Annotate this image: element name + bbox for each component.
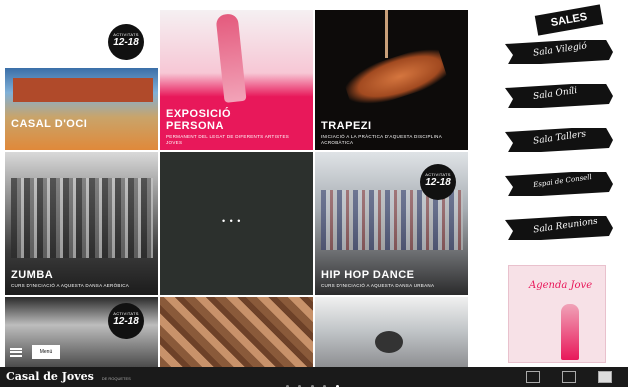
agenda-title: Agenda Jove: [529, 280, 593, 291]
tile-bottom-2[interactable]: [160, 297, 313, 367]
casal-building: [13, 78, 153, 102]
menu-label: Menú: [32, 345, 60, 359]
tile-casal[interactable]: CASAL D'OCI ACTIVITATS 12-18: [5, 10, 158, 150]
activity-badge: ACTIVITATS 12-18: [420, 164, 456, 200]
footer-bar: Casal de Joves DE ROQUETES: [0, 367, 628, 387]
footer-logo-sub: DE ROQUETES: [101, 376, 131, 381]
tile-title: HIP HOP DANCE: [321, 269, 415, 281]
exposicio-figure: [215, 13, 247, 103]
trapezi-acrobat: [341, 43, 449, 113]
partner-logo-1: [526, 371, 540, 383]
menu-button[interactable]: Menú: [10, 345, 60, 359]
tile-title-2: PERSONA: [166, 120, 224, 132]
room-link-4[interactable]: Sala Reunions: [505, 216, 615, 240]
agenda-card[interactable]: Agenda Jove: [508, 265, 606, 363]
tile-exposicio[interactable]: EXPOSICIÓ PERSONA PERMANENT DEL LEGAT DE…: [160, 10, 313, 150]
sales-title: SALES: [549, 10, 589, 30]
tile-hiphop[interactable]: ACTIVITATS 12-18 HIP HOP DANCE CURS D'IN…: [315, 152, 468, 295]
room-link-2[interactable]: Sala Tallers: [505, 128, 615, 152]
tile-title: TRAPEZI: [321, 120, 372, 132]
activity-badge: ACTIVITATS 12-18: [108, 303, 144, 339]
tile-subtitle: CURS D'INICIACIÓ A AQUESTA DANSA URBANA: [321, 283, 435, 288]
tile-title-1: EXPOSICIÓ: [166, 108, 232, 120]
footer-logo[interactable]: Casal de Joves DE ROQUETES: [6, 370, 131, 383]
room-link-0[interactable]: Sala Vilegió: [505, 40, 615, 64]
tile-subtitle: CURS D'INICIACIÓ A AQUESTA DANSA AERÒBIC…: [11, 283, 130, 288]
tile-title: CASAL D'OCI: [11, 118, 88, 130]
tile-center[interactable]: • • •: [160, 152, 313, 295]
partner-logo-3: [598, 371, 612, 383]
tile-bottom-3[interactable]: [315, 297, 468, 367]
hamburger-icon: [10, 347, 22, 357]
sales-banner: SALES: [534, 4, 604, 36]
zumba-dancers: [11, 178, 153, 258]
tile-trapezi[interactable]: TRAPEZI INICIACIÓ A LA PRÀCTICA D'AQUEST…: [315, 10, 468, 150]
agenda-figure: [561, 304, 579, 360]
room-link-3[interactable]: Espai de Consell: [505, 172, 615, 196]
pagination-dots: [286, 375, 344, 387]
tile-title: ZUMBA: [11, 269, 54, 281]
center-dots: • • •: [222, 216, 242, 226]
activity-badge: ACTIVITATS 12-18: [108, 24, 144, 60]
tile-subtitle: INICIACIÓ A LA PRÀCTICA D'AQUESTA DISCIP…: [321, 134, 442, 145]
tile-subtitle: PERMANENT DEL LEGAT DE DIFERENTS ARTISTE…: [166, 134, 290, 145]
room-link-1[interactable]: Sala Oníli: [505, 84, 615, 108]
partner-logo-2: [562, 371, 576, 383]
tile-zumba[interactable]: ZUMBA CURS D'INICIACIÓ A AQUESTA DANSA A…: [5, 152, 158, 295]
trapezi-rope: [385, 10, 388, 58]
bottom-3-object: [375, 331, 403, 353]
